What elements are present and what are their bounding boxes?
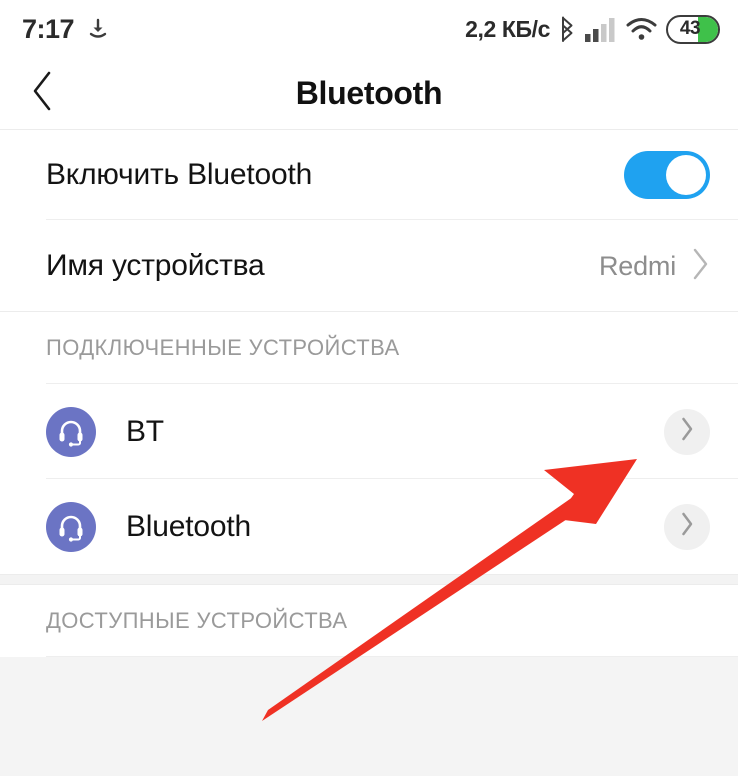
status-bar: 7:17 2,2 КБ/с 43 [0, 0, 738, 58]
enable-bluetooth-label: Включить Bluetooth [46, 158, 313, 191]
chevron-right-icon [679, 511, 695, 542]
chevron-right-icon [690, 247, 710, 286]
device-name-value: Redmi [598, 250, 676, 281]
status-bar-right: 2,2 КБ/с 43 [465, 14, 720, 44]
status-bar-left: 7:17 [22, 14, 110, 45]
download-icon [86, 17, 110, 41]
available-devices-section-title: ДОСТУПНЫЕ УСТРОЙСТВА [46, 608, 348, 633]
toggle-knob [666, 155, 706, 195]
connected-devices-section-title: ПОДКЛЮЧЕННЫЕ УСТРОЙСТВА [46, 335, 400, 360]
connected-devices-section-header: ПОДКЛЮЧЕННЫЕ УСТРОЙСТВА [0, 312, 738, 384]
status-bar-clock: 7:17 [22, 13, 75, 44]
enable-bluetooth-row[interactable]: Включить Bluetooth [0, 130, 738, 220]
page-title: Bluetooth [295, 75, 443, 111]
device-settings-button-bluetooth[interactable] [664, 503, 710, 550]
device-row-bt[interactable]: BT [0, 384, 738, 479]
network-speed-label: 2,2 КБ/с [465, 15, 550, 42]
device-name-row[interactable]: Имя устройства Redmi [0, 220, 738, 312]
section-gap [0, 574, 738, 585]
chevron-right-icon [679, 416, 695, 447]
bluetooth-toggle-switch[interactable] [624, 151, 710, 199]
headset-icon [46, 501, 96, 552]
device-name-label: Имя устройства [46, 249, 265, 282]
bluetooth-icon [559, 16, 576, 43]
phone-screen: 7:17 2,2 КБ/с 43 Bluetooth Включить Blue… [0, 0, 738, 776]
device-name-bt: BT [126, 414, 164, 448]
device-settings-button-bt[interactable] [664, 408, 710, 455]
battery-indicator: 43 [666, 14, 720, 44]
available-devices-section-header: ДОСТУПНЫЕ УСТРОЙСТВА [0, 585, 738, 657]
headset-icon [46, 406, 96, 457]
available-devices-list [0, 657, 738, 776]
device-name-bluetooth: Bluetooth [126, 509, 251, 543]
battery-percent-label: 43 [679, 18, 701, 39]
device-row-bluetooth[interactable]: Bluetooth [0, 479, 738, 574]
wifi-icon [626, 17, 657, 42]
cellular-signal-icon [585, 16, 617, 42]
app-bar: Bluetooth [0, 58, 738, 130]
